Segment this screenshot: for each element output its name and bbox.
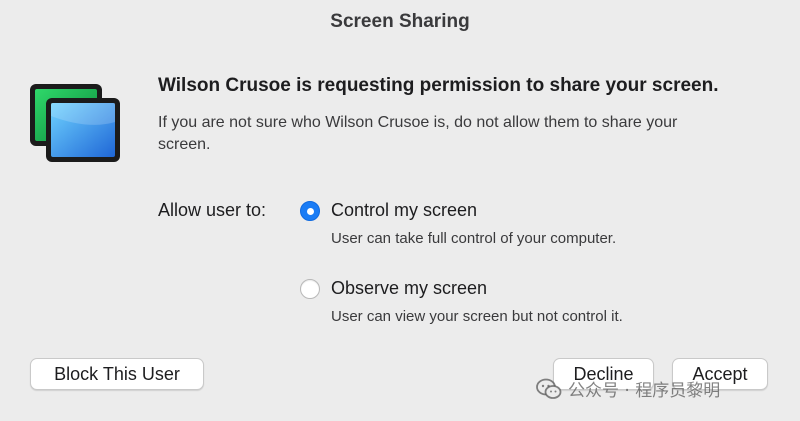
screen-sharing-app-icon (30, 84, 120, 162)
wechat-icon (536, 378, 562, 399)
watermark: 公众号 · 程序员黎明 (536, 376, 720, 401)
screen-sharing-dialog: Screen Sharing Wilson Crusoe is requesti… (0, 0, 800, 421)
allow-user-label: Allow user to: (158, 200, 267, 220)
option-description: User can view your screen but not contro… (331, 308, 623, 325)
dialog-heading: Wilson Crusoe is requesting permission t… (158, 75, 719, 96)
option-title[interactable]: Observe my screen (331, 278, 487, 299)
dialog-title: Screen Sharing (330, 11, 470, 32)
title-bar: Screen Sharing (0, 0, 800, 44)
option-title[interactable]: Control my screen (331, 200, 477, 221)
block-user-button[interactable]: Block This User (30, 358, 204, 390)
radio-control-screen[interactable] (300, 201, 320, 221)
dialog-subtext: If you are not sure who Wilson Crusoe is… (158, 114, 678, 153)
watermark-text: 公众号 · 程序员黎明 (568, 381, 721, 401)
option-description: User can take full control of your compu… (331, 230, 617, 247)
radio-observe-screen[interactable] (300, 279, 320, 299)
